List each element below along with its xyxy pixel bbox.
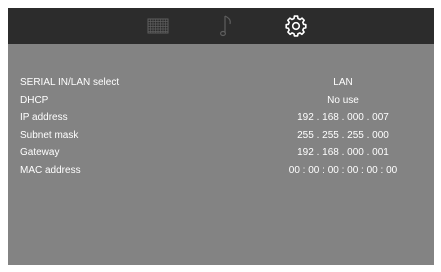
setting-row-ip-address[interactable]: IP address 192 . 168 . 000 . 007 [8,109,434,127]
setting-row-gateway[interactable]: Gateway 192 . 168 . 000 . 001 [8,144,434,162]
setting-label: IP address [20,112,68,123]
setting-label: DHCP [20,94,49,106]
display-grid-icon[interactable] [146,14,170,38]
setting-row-mac-address: MAC address 00 : 00 : 00 : 00 : 00 : 00 [8,162,434,180]
setting-value[interactable]: 192 . 168 . 000 . 007 [258,109,428,127]
music-note-icon[interactable] [220,14,236,38]
setting-value[interactable]: LAN [258,74,428,92]
setting-value: 00 : 00 : 00 : 00 : 00 : 00 [288,164,398,176]
setting-label: MAC address [20,164,81,176]
setting-value[interactable]: 192 . 168 . 000 . 001 [258,144,428,162]
setting-label: Gateway [20,147,60,158]
gear-icon[interactable] [284,14,308,38]
setting-label: SERIAL IN/LAN select [20,77,120,88]
setting-row-serial-lan[interactable]: SERIAL IN/LAN select LAN [8,74,434,92]
settings-screen: SERIAL IN/LAN select LAN DHCP No use IP … [8,8,434,265]
network-settings-list: SERIAL IN/LAN select LAN DHCP No use IP … [8,74,434,179]
setting-value[interactable]: 255 . 255 . 255 . 000 [258,127,428,145]
setting-value[interactable]: No use [258,92,428,110]
setting-row-subnet-mask[interactable]: Subnet mask 255 . 255 . 255 . 000 [8,127,434,145]
setting-row-dhcp[interactable]: DHCP No use [8,92,434,110]
menu-tab-bar [8,8,434,44]
setting-label: Subnet mask [20,129,79,141]
